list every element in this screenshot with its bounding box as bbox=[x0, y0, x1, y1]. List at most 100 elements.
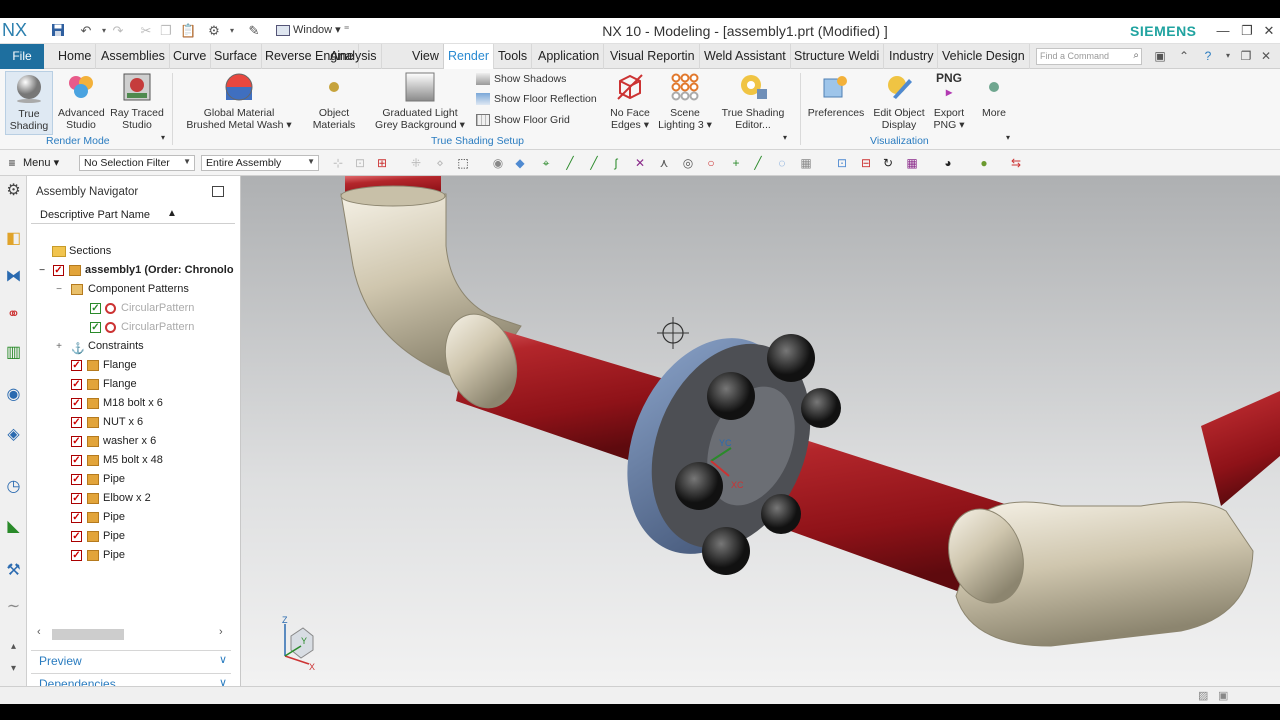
resource-bar-scroll-icon[interactable]: ▴ ▾ bbox=[3, 636, 24, 674]
status-icon[interactable]: ▨ bbox=[1198, 689, 1208, 702]
visibility-checkbox[interactable]: ✓ bbox=[71, 417, 82, 428]
rectangle-select-icon[interactable]: ⬚ bbox=[455, 155, 471, 171]
doc-restore-icon[interactable]: ❐ bbox=[1238, 48, 1254, 64]
cylinder-select-icon[interactable]: ◉ bbox=[490, 155, 506, 171]
window-layout-icon[interactable]: ▣ bbox=[1152, 48, 1168, 64]
more-button[interactable]: More bbox=[976, 71, 1012, 119]
intersection-snap-icon[interactable]: ✕ bbox=[632, 155, 648, 171]
constraint-navigator-icon[interactable]: ⚭ bbox=[3, 304, 24, 326]
tab-visual-reporting[interactable]: Visual Reportin bbox=[606, 44, 700, 69]
rotate-view-icon[interactable]: ↻ bbox=[880, 155, 896, 171]
point-on-curve-icon[interactable]: ╱ bbox=[750, 155, 766, 171]
quadrant-snap-icon[interactable]: ○ bbox=[703, 155, 719, 171]
preview-panel-header[interactable]: Preview ∨ bbox=[31, 650, 231, 670]
visibility-checkbox[interactable]: ✓ bbox=[53, 265, 64, 276]
curve-snap-icon[interactable]: ʃ bbox=[608, 155, 624, 171]
edit-display-toolbar-icon[interactable]: ● bbox=[976, 155, 992, 171]
tab-file[interactable]: File bbox=[0, 44, 44, 69]
column-header-descriptive-part-name[interactable]: Descriptive Part Name ▲ bbox=[31, 206, 235, 224]
visibility-checkbox[interactable]: ✓ bbox=[71, 512, 82, 523]
selection-filter-dropdown[interactable]: No Selection Filter ▼ bbox=[79, 155, 195, 171]
endpoint-snap-icon[interactable]: ⌖ bbox=[538, 155, 554, 171]
collapse-ribbon-icon[interactable]: ⌃ bbox=[1176, 48, 1192, 64]
close-button[interactable]: ✕ bbox=[1258, 21, 1280, 41]
point-on-face-icon[interactable]: ◌ bbox=[774, 155, 790, 171]
roles-icon[interactable]: ∼ bbox=[3, 596, 24, 618]
point-snap-icon[interactable]: ⁜ bbox=[408, 155, 424, 171]
horizontal-scrollbar[interactable]: ‹ › bbox=[31, 626, 231, 642]
pattern-checkbox[interactable]: ✓ bbox=[90, 322, 101, 333]
view-orient-icon[interactable]: ▦ bbox=[904, 155, 920, 171]
show-floor-grid-button[interactable]: Show Floor Grid bbox=[476, 114, 570, 127]
doc-close-icon[interactable]: ✕ bbox=[1258, 48, 1274, 64]
clock-icon[interactable]: ◷ bbox=[3, 476, 24, 498]
system-materials-icon[interactable]: ◣ bbox=[3, 516, 24, 538]
visibility-checkbox[interactable]: ✓ bbox=[71, 455, 82, 466]
pattern-checkbox[interactable]: ✓ bbox=[90, 303, 101, 314]
general-selection-icon[interactable]: ⊹ bbox=[330, 155, 346, 171]
gear-icon[interactable]: ⚙ bbox=[3, 180, 24, 202]
true-shading-group-dropdown[interactable]: ▾ bbox=[783, 133, 787, 142]
scroll-left-icon[interactable]: ‹ bbox=[37, 626, 41, 638]
full-screen-icon[interactable]: ▣ bbox=[1218, 689, 1228, 702]
arc-center-snap-icon[interactable]: ◎ bbox=[680, 155, 696, 171]
tab-vehicle-design[interactable]: Vehicle Design bbox=[938, 44, 1030, 69]
export-png-button[interactable]: PNG ▸ Export PNG ▾ bbox=[930, 71, 968, 131]
edit-object-display-button[interactable]: Edit Object Display bbox=[868, 71, 930, 131]
bounded-grid-icon[interactable]: ▦ bbox=[798, 155, 814, 171]
collapse-icon[interactable]: − bbox=[55, 280, 63, 299]
maximize-panel-icon[interactable] bbox=[212, 186, 224, 197]
global-material-button[interactable]: Global Material Brushed Metal Wash ▾ bbox=[180, 71, 298, 131]
true-shading-editor-button[interactable]: True Shading Editor... bbox=[716, 71, 790, 131]
visibility-checkbox[interactable]: ✓ bbox=[71, 360, 82, 371]
fit-view-icon[interactable]: ⊡ bbox=[834, 155, 850, 171]
visibility-checkbox[interactable]: ✓ bbox=[71, 493, 82, 504]
find-command-input[interactable]: Find a Command ⌕ bbox=[1036, 48, 1142, 65]
no-face-edges-button[interactable]: No Face Edges ▾ bbox=[604, 71, 656, 131]
tab-application[interactable]: Application bbox=[534, 44, 605, 69]
visualization-group-dropdown[interactable]: ▾ bbox=[1006, 133, 1010, 142]
tab-render[interactable]: Render bbox=[443, 44, 494, 69]
tab-assemblies[interactable]: Assemblies bbox=[97, 44, 170, 69]
history-icon[interactable]: ◈ bbox=[3, 424, 24, 446]
zoom-icon[interactable]: ⊟ bbox=[858, 155, 874, 171]
tab-tools[interactable]: Tools bbox=[494, 44, 533, 69]
render-mode-group-dropdown[interactable]: ▾ bbox=[161, 133, 165, 142]
line-snap-icon[interactable]: ╱ bbox=[562, 155, 578, 171]
tab-structure-welding[interactable]: Structure Weldi bbox=[790, 44, 885, 69]
body-select-icon[interactable]: ◆ bbox=[512, 155, 528, 171]
existing-point-snap-icon[interactable]: + bbox=[728, 155, 744, 171]
graphics-window[interactable]: YC XC Z X Y bbox=[241, 176, 1280, 686]
process-studio-icon[interactable]: ⚒ bbox=[3, 560, 24, 582]
scene-lighting-button[interactable]: Scene Lighting 3 ▾ bbox=[656, 71, 714, 131]
visibility-checkbox[interactable]: ✓ bbox=[71, 436, 82, 447]
show-shadows-button[interactable]: Show Shadows bbox=[476, 73, 566, 86]
true-shading-button[interactable]: True Shading bbox=[5, 71, 53, 135]
tab-industry[interactable]: Industry bbox=[885, 44, 939, 69]
minimize-button[interactable]: — bbox=[1212, 21, 1234, 41]
tab-weld-assistant[interactable]: Weld Assistant bbox=[700, 44, 791, 69]
show-floor-reflection-button[interactable]: Show Floor Reflection bbox=[476, 93, 597, 106]
collapse-icon[interactable]: − bbox=[38, 261, 46, 280]
show-snap-icon[interactable]: ⋄ bbox=[432, 155, 448, 171]
tab-surface[interactable]: Surface bbox=[210, 44, 263, 69]
object-materials-button[interactable]: Object Materials bbox=[302, 71, 366, 131]
scrollbar-thumb[interactable] bbox=[52, 629, 124, 640]
show-hide-icon[interactable]: ⇆ bbox=[1008, 155, 1024, 171]
web-browser-icon[interactable]: ◉ bbox=[3, 384, 24, 406]
tab-view[interactable]: View bbox=[408, 44, 444, 69]
tab-home[interactable]: Home bbox=[54, 44, 97, 69]
part-navigator-icon[interactable]: ◧ bbox=[3, 228, 24, 250]
graduated-light-button[interactable]: Graduated Light Grey Background ▾ bbox=[372, 71, 468, 131]
menu-button[interactable]: Menu ▾ bbox=[23, 156, 59, 169]
visibility-checkbox[interactable]: ✓ bbox=[71, 531, 82, 542]
ray-traced-studio-button[interactable]: Ray Traced Studio bbox=[108, 71, 166, 131]
render-style-icon[interactable]: ◕ bbox=[940, 155, 956, 171]
visibility-checkbox[interactable]: ✓ bbox=[71, 398, 82, 409]
expand-icon[interactable]: + bbox=[55, 337, 63, 356]
selection-scope-dropdown[interactable]: Entire Assembly ▼ bbox=[201, 155, 319, 171]
visibility-checkbox[interactable]: ✓ bbox=[71, 379, 82, 390]
restore-button[interactable]: ❐ bbox=[1236, 21, 1258, 41]
help-dropdown-icon[interactable]: ▾ bbox=[1220, 48, 1236, 64]
reuse-library-icon[interactable]: ▥ bbox=[3, 342, 24, 364]
